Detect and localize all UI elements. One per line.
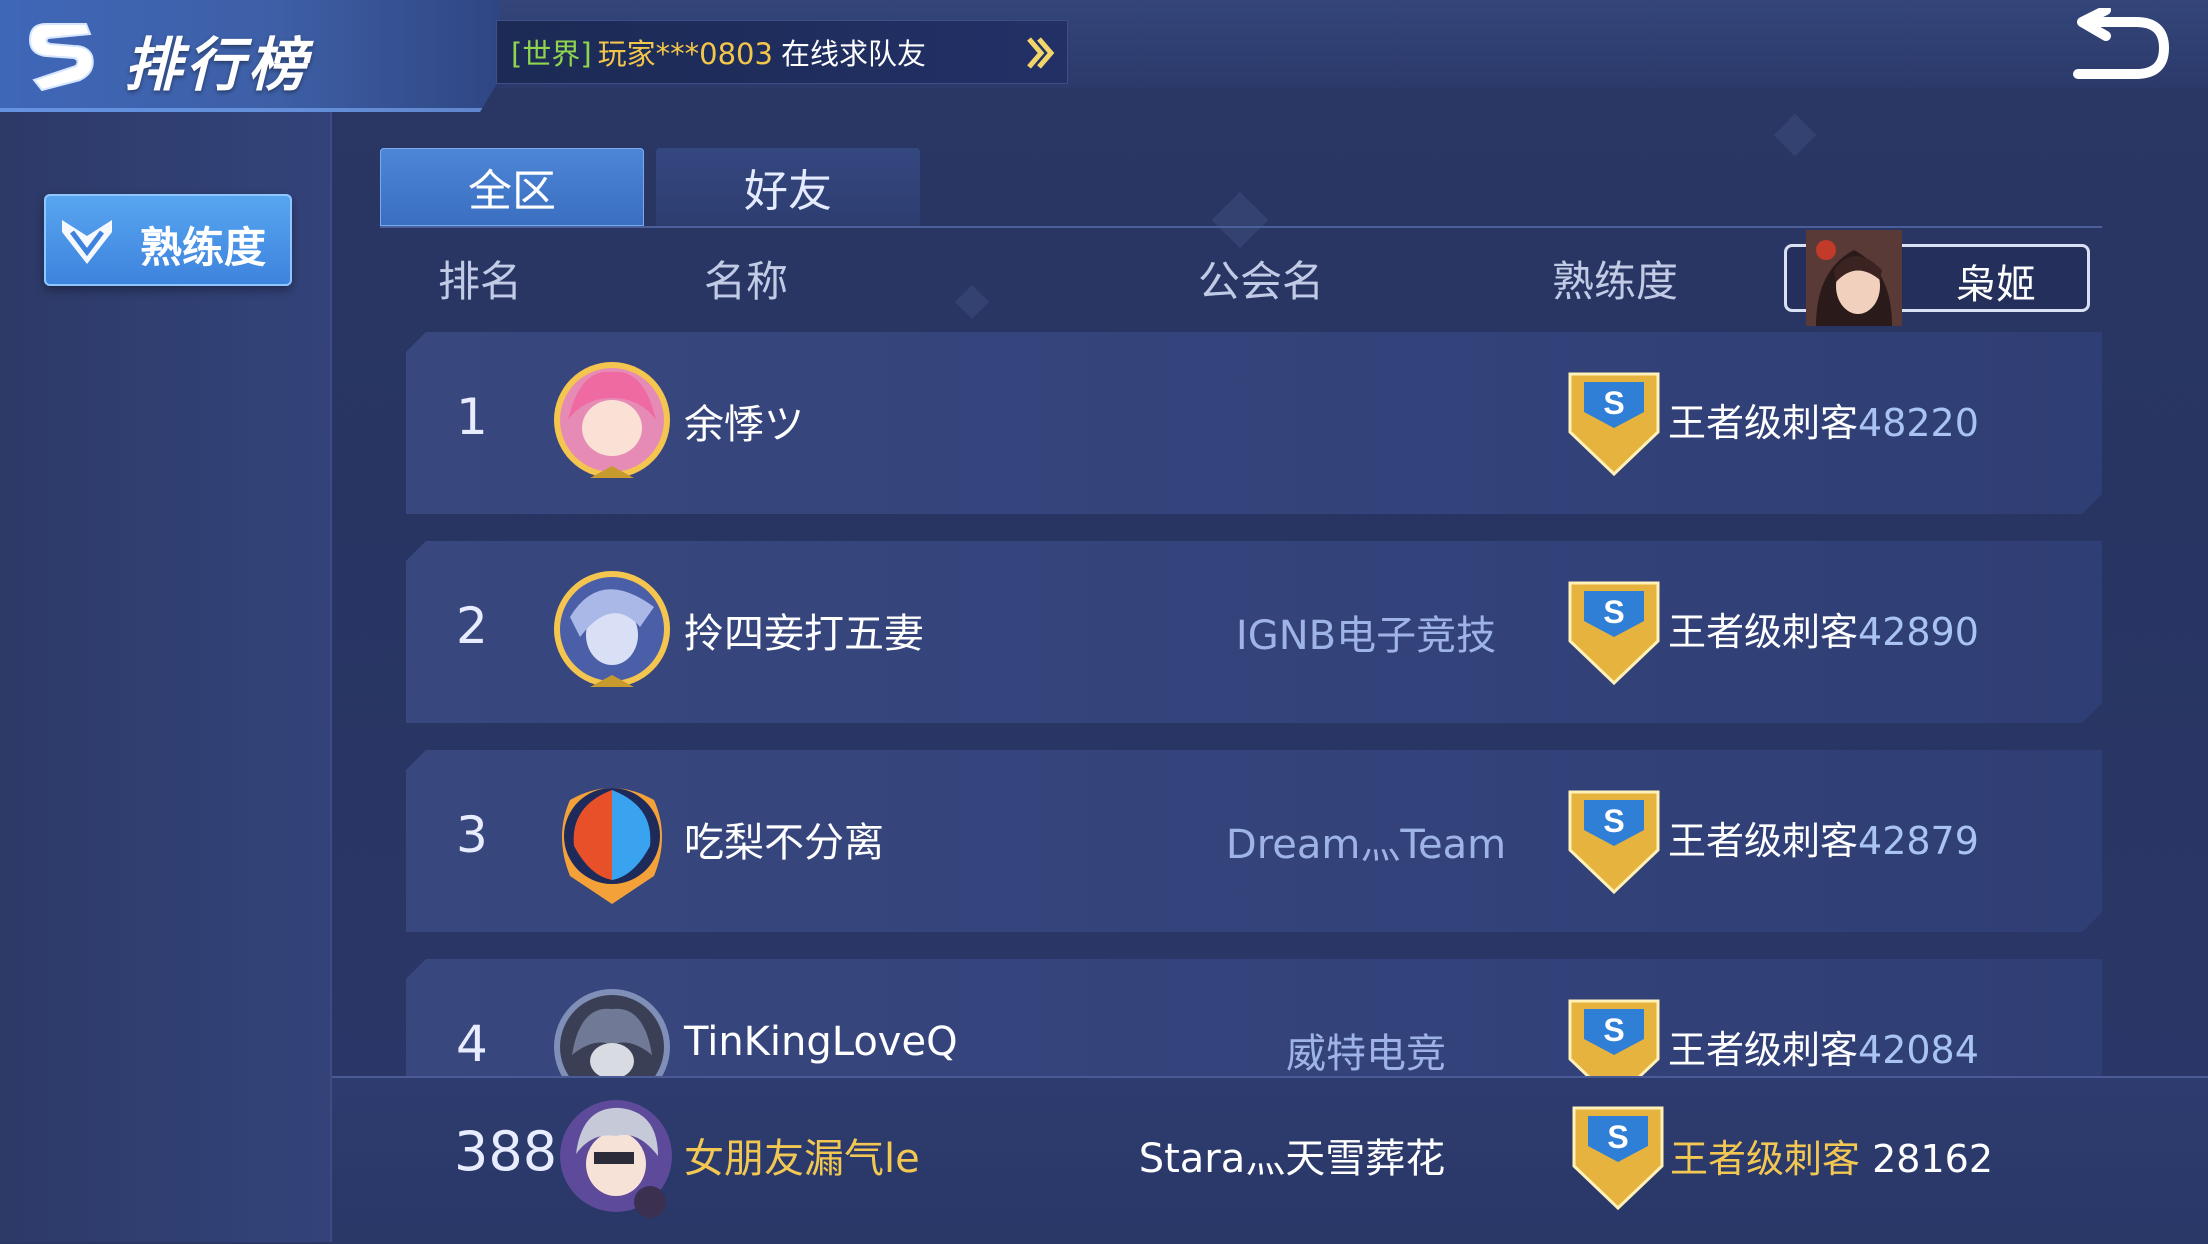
row-player-name: 余悸ツ [684, 402, 804, 448]
table-row[interactable]: 3 吃梨不分离 Dream灬Team S 王者级刺客42879 [406, 750, 2102, 932]
background-sparkle [1773, 113, 1817, 157]
row-guild: Dream灬Team [1225, 822, 1507, 868]
row-player-name: 拎四妾打五妻 [684, 611, 924, 657]
title-panel: 排行榜 [0, 0, 500, 112]
tab-underline [380, 226, 2102, 228]
proficiency-title: 王者级刺客 [1668, 1028, 1859, 1072]
row-rank: 3 [456, 806, 488, 864]
king-rank-badge-icon: S [1566, 786, 1662, 896]
row-player-name: TinKingLoveQ [684, 1019, 958, 1065]
row-player-name: 吃梨不分离 [684, 820, 884, 866]
page-title: 排行榜 [124, 31, 311, 99]
column-header-proficiency: 熟练度 [1552, 257, 1679, 306]
back-arrow-icon[interactable] [2066, 8, 2172, 84]
hero-filter-name: 枭姬 [1956, 262, 2036, 308]
chat-player-name: 玩家***0803 [597, 37, 773, 71]
svg-text:S: S [1603, 1012, 1624, 1048]
svg-text:S: S [1603, 594, 1624, 630]
proficiency-score: 42084 [1858, 1028, 1979, 1072]
proficiency-score: 42890 [1858, 610, 1979, 654]
proficiency-title: 王者级刺客 [1668, 610, 1859, 654]
proficiency-score: 28162 [1872, 1137, 1993, 1181]
row-rank: 1 [456, 388, 488, 446]
svg-text:S: S [1603, 803, 1624, 839]
player-avatar-icon [550, 358, 674, 488]
row-proficiency: 王者级刺客48220 [1668, 392, 1979, 447]
proficiency-title: 王者级刺客 [1668, 401, 1859, 445]
row-proficiency: 王者级刺客42890 [1668, 601, 1979, 656]
table-row[interactable]: 1 余悸ツ S 王者级刺客48220 [406, 332, 2102, 514]
chat-message: 在线求队友 [780, 37, 926, 71]
my-rank-number: 388 [454, 1120, 558, 1183]
column-header-name: 名称 [704, 257, 789, 306]
king-rank-badge-icon: S [1566, 368, 1662, 478]
my-avatar-icon [560, 1100, 672, 1218]
row-proficiency: 王者级刺客42879 [1668, 810, 1979, 865]
proficiency-title: 王者级刺客 [1670, 1137, 1861, 1181]
proficiency-score: 48220 [1858, 401, 1979, 445]
row-rank: 2 [456, 597, 488, 655]
chat-channel-tag: [世界] [511, 37, 592, 71]
svg-text:S: S [1607, 1119, 1628, 1155]
tab-friends[interactable]: 好友 [656, 148, 920, 226]
row-guild: IGNB电子竞技 [1235, 613, 1497, 659]
chevron-right-icon[interactable] [1023, 35, 1057, 71]
table-row[interactable]: 2 拎四妾打五妻 IGNB电子竞技 S 王者级刺客42890 [406, 541, 2102, 723]
world-chat-notice[interactable]: [世界] 玩家***0803 在线求队友 [496, 20, 1068, 84]
sidebar-divider [330, 112, 332, 1242]
tab-all-regions[interactable]: 全区 [380, 148, 644, 226]
column-header-rank: 排名 [438, 257, 523, 306]
hero-portrait-icon [1806, 230, 1902, 326]
proficiency-title: 王者级刺客 [1668, 819, 1859, 863]
my-rank-row[interactable]: 388 女朋友漏气le Stara灬天雪葬花 S 王者级刺客 28162 [332, 1076, 2208, 1244]
king-rank-badge-icon: S [1572, 1106, 1664, 1211]
sidebar-item-label: 熟练度 [140, 223, 267, 272]
column-header-guild: 公会名 [1198, 257, 1325, 306]
svg-text:S: S [1603, 385, 1624, 421]
row-guild: 威特电竞 [1286, 1031, 1446, 1077]
background-sparkle [955, 285, 989, 319]
background-sparkle [1211, 191, 1269, 249]
proficiency-score: 42879 [1858, 819, 1979, 863]
king-rank-badge-icon: S [1566, 577, 1662, 687]
my-player-name: 女朋友漏气le [684, 1136, 920, 1182]
game-logo-icon [28, 23, 94, 92]
my-proficiency: 王者级刺客 28162 [1670, 1128, 1993, 1183]
row-proficiency: 王者级刺客42084 [1668, 1019, 1979, 1074]
my-guild-name: Stara灬天雪葬花 [1138, 1136, 1446, 1182]
player-avatar-icon [550, 567, 674, 697]
chevron-shield-icon [62, 220, 112, 264]
player-avatar-icon [550, 776, 674, 906]
sidebar-item-proficiency[interactable]: 熟练度 [44, 194, 292, 286]
row-rank: 4 [456, 1015, 488, 1073]
